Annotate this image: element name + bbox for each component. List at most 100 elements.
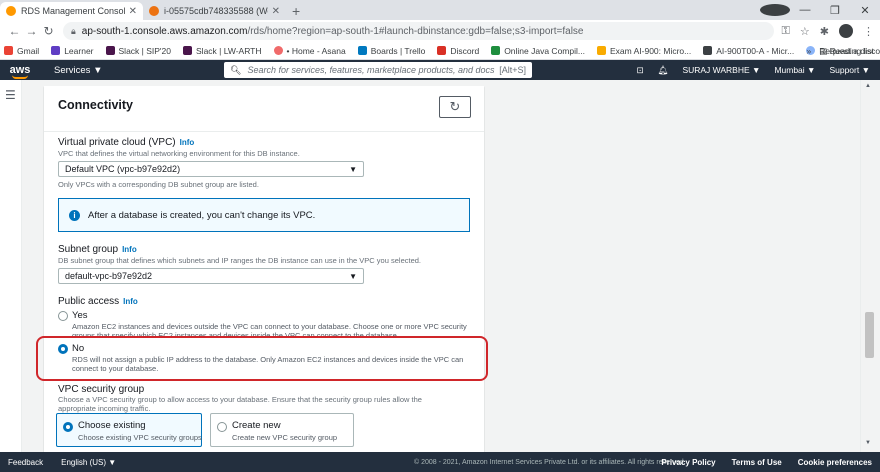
bookmark-ai900t00[interactable]: AI-900T00-A - Micr... — [703, 46, 794, 56]
bookmark-exam-ai900[interactable]: Exam AI-900: Micro... — [596, 46, 691, 56]
bookmark-gmail[interactable]: Gmail — [4, 46, 39, 56]
search-placeholder: Search for services, features, marketpla… — [247, 65, 495, 75]
code-icon — [491, 46, 501, 55]
security-group-description: Choose a VPC security group to allow acc… — [58, 395, 422, 413]
subnet-group-select[interactable]: default-vpc-b97e92d2 ▼ — [58, 268, 364, 284]
refresh-icon: ↻ — [449, 99, 461, 114]
refresh-button[interactable]: ↻ — [439, 96, 471, 118]
discord-icon — [437, 46, 447, 55]
key-icon[interactable]: ⚿ — [782, 25, 790, 38]
close-tab-icon[interactable]: ✕ — [129, 6, 137, 17]
browser-tab-rds[interactable]: RDS Management Console ✕ — [0, 2, 143, 20]
bookmark-java-compiler[interactable]: Online Java Compil... — [491, 46, 585, 56]
search-shortcut: [Alt+S] — [499, 65, 526, 75]
bookmark-learner[interactable]: Learner — [51, 46, 94, 56]
scroll-down-icon[interactable]: ▼ — [865, 440, 871, 446]
extensions-icon[interactable]: ✱ — [820, 25, 829, 38]
vpc-select[interactable]: Default VPC (vpc-b97e92d2) ▼ — [58, 161, 364, 177]
cookie-preferences-link[interactable]: Cookie preferences — [798, 458, 872, 467]
forward-icon[interactable]: → — [23, 24, 40, 38]
vpc-info-link[interactable]: Info — [180, 138, 195, 147]
aws-logo[interactable]: aws — [0, 64, 40, 79]
subnet-info-link[interactable]: Info — [122, 245, 137, 254]
choose-existing-radio[interactable] — [63, 422, 73, 432]
privacy-policy-link[interactable]: Privacy Policy — [661, 458, 715, 467]
slack-icon — [105, 46, 115, 55]
new-tab-icon[interactable]: + — [292, 2, 300, 20]
reload-icon[interactable]: ↻ — [40, 24, 57, 38]
more-bookmarks-icon[interactable]: » — [806, 46, 811, 56]
tab-search-icon[interactable] — [760, 4, 790, 17]
document-icon — [703, 46, 713, 55]
account-menu[interactable]: SURAJ WARBHE ▼ — [682, 65, 760, 75]
caret-down-icon: ▼ — [349, 271, 357, 281]
maximize-icon[interactable]: ❐ — [820, 4, 850, 17]
vpc-label: Virtual private cloud (VPC) Info — [58, 137, 195, 148]
alert-text: After a database is created, you can't c… — [88, 209, 316, 221]
star-icon[interactable]: ☆ — [800, 25, 810, 38]
url-host: ap-south-1.console.aws.amazon.com — [81, 25, 248, 37]
create-new-description: Create new VPC security group — [232, 433, 338, 442]
cloudshell-icon[interactable]: ⊡ — [637, 65, 644, 76]
vpc-note: Only VPCs with a corresponding DB subnet… — [58, 180, 259, 189]
profile-avatar[interactable] — [839, 24, 853, 38]
trello-icon — [357, 46, 367, 55]
services-menu[interactable]: Services ▼ — [54, 65, 102, 76]
minimize-icon[interactable]: — — [790, 4, 820, 16]
public-access-yes-radio[interactable] — [58, 311, 68, 321]
address-bar-row: ← → ↻ 🔒︎ ap-south-1.console.aws.amazon.c… — [0, 20, 880, 42]
close-tab-icon[interactable]: ✕ — [272, 6, 280, 17]
bookmark-trello[interactable]: Boards | Trello — [357, 46, 425, 56]
asana-icon — [273, 46, 283, 55]
learner-icon — [51, 46, 61, 55]
aws-top-nav: aws Services ▼ 🔍︎ Search for services, f… — [0, 60, 880, 80]
caret-down-icon: ▼ — [349, 164, 357, 174]
create-new-radio[interactable] — [217, 422, 227, 432]
terms-of-use-link[interactable]: Terms of Use — [732, 458, 782, 467]
feedback-link[interactable]: Feedback — [8, 458, 43, 467]
close-window-icon[interactable]: ✕ — [850, 4, 880, 17]
browser-tab-bar: RDS Management Console ✕ i-05575cdb74833… — [0, 0, 880, 20]
window-controls: — ❐ ✕ — [760, 0, 880, 20]
region-menu[interactable]: Mumbai ▼ — [774, 65, 815, 75]
page-scrollbar[interactable]: ▲ ▼ — [860, 80, 880, 452]
info-icon: i — [69, 209, 80, 221]
vpc-alert: i After a database is created, you can't… — [58, 198, 470, 232]
bookmark-discord[interactable]: Discord — [437, 46, 479, 56]
reading-list-button[interactable]: ▤ Reading list — [819, 46, 874, 57]
copyright-text: © 2008 - 2021, Amazon Internet Services … — [414, 458, 686, 466]
bookmarks-bar: Gmail Learner Slack | SIP'20 Slack | LW-… — [0, 42, 880, 60]
bookmark-asana[interactable]: • Home - Asana — [273, 46, 346, 56]
tab-title: i-05575cdb748335588 (Wordpress) — [164, 6, 268, 16]
hamburger-menu-icon[interactable]: ☰ — [5, 88, 16, 102]
scroll-up-icon[interactable]: ▲ — [865, 83, 871, 89]
bookmark-slack-lw[interactable]: Slack | LW-ARTH — [183, 46, 262, 56]
url-field[interactable]: 🔒︎ ap-south-1.console.aws.amazon.com /rd… — [63, 22, 774, 40]
bell-icon[interactable]: 🔔︎ — [658, 65, 669, 76]
browser-tab-wordpress[interactable]: i-05575cdb748335588 (Wordpress) ✕ — [143, 2, 286, 20]
public-access-info-link[interactable]: Info — [123, 297, 138, 306]
language-select[interactable]: English (US) ▼ — [61, 458, 116, 467]
bookmark-slack-sip[interactable]: Slack | SIP'20 — [105, 46, 171, 56]
create-new-tile[interactable]: Create new Create new VPC security group — [210, 413, 354, 447]
vpc-selected-value: Default VPC (vpc-b97e92d2) — [65, 164, 181, 174]
vpc-description: VPC that defines the virtual networking … — [58, 149, 300, 158]
scrollbar-thumb[interactable] — [865, 312, 874, 358]
lock-icon[interactable]: 🔒︎ — [71, 26, 76, 37]
tab-title: RDS Management Console — [21, 6, 125, 16]
side-rail: ☰ — [0, 80, 22, 452]
menu-icon[interactable]: ⋮ — [863, 25, 874, 38]
public-access-label: Public access Info — [58, 296, 138, 307]
panel-title: Connectivity — [58, 98, 134, 112]
create-new-title: Create new — [232, 420, 281, 431]
choose-existing-tile[interactable]: Choose existing Choose existing VPC secu… — [56, 413, 202, 447]
subnet-selected-value: default-vpc-b97e92d2 — [65, 271, 153, 281]
search-icon: 🔍︎ — [230, 64, 242, 75]
support-menu[interactable]: Support ▼ — [829, 65, 870, 75]
aws-footer: Feedback English (US) ▼ © 2008 - 2021, A… — [0, 452, 880, 472]
aws-search-input[interactable]: 🔍︎ Search for services, features, market… — [224, 62, 532, 78]
back-icon[interactable]: ← — [6, 24, 23, 38]
annotation-highlight — [36, 336, 488, 381]
reading-list-icon: ▤ — [819, 45, 830, 56]
choose-existing-description: Choose existing VPC security groups — [78, 433, 202, 442]
